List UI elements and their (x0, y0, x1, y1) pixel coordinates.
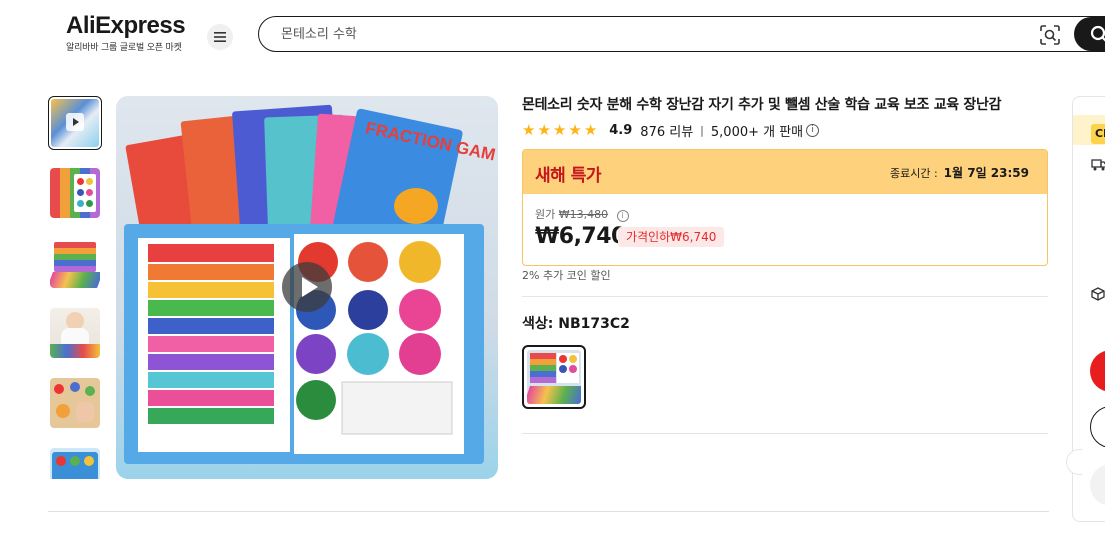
discount-badge: 가격인하₩6,740 (618, 227, 725, 247)
product-page: AliExpress 알리바바 그룹 글로벌 오픈 마켓 몬테소리 수학 FRA… (0, 0, 1105, 538)
video-play-button[interactable] (282, 262, 332, 312)
color-label: 색상: NB173C2 (522, 316, 630, 332)
deal-label: 새해 특가 (535, 166, 601, 186)
product-title: 몬테소리 숫자 분해 수학 장난감 자기 추가 및 뺄셈 산술 학습 교육 보조… (522, 97, 1002, 113)
thumbnail-video[interactable] (48, 96, 102, 150)
thumbnail-image-5[interactable] (50, 378, 100, 428)
separator: | (700, 123, 704, 137)
original-price-value: ₩13,480 (558, 208, 609, 221)
buy-now-button[interactable] (1090, 350, 1105, 392)
deal-header: 새해 특가 종료시간 :1월 7일 23:59 (523, 150, 1047, 194)
truck-icon (1091, 159, 1105, 171)
star-icon: ★ (552, 120, 567, 139)
thumbnail-image-3[interactable] (50, 238, 100, 288)
review-count-link[interactable]: 876 리뷰 (640, 121, 693, 140)
rating-value: 4.9 (609, 122, 633, 138)
rating-row: ★ ★ ★ ★ ★ 4.9 876 리뷰 | 5,000+ 개 판매 i (522, 120, 820, 140)
info-icon[interactable]: i (806, 123, 820, 137)
logo-text: AliExpress (66, 12, 186, 39)
search-button[interactable] (1074, 17, 1105, 51)
play-icon (66, 113, 84, 131)
thumbnail-image-2[interactable] (50, 168, 100, 218)
search-bar (258, 16, 1105, 52)
deal-end-time: 종료시간 :1월 7일 23:59 (889, 166, 1029, 180)
star-icon: ★ (568, 120, 582, 139)
coin-discount: 2% 추가 코인 할인 (522, 269, 611, 282)
menu-button[interactable] (207, 24, 233, 50)
star-icon: ★ (583, 120, 598, 139)
original-price: 원가 ₩13,480 i (535, 206, 629, 222)
aliexpress-logo[interactable]: AliExpress 알리바바 그룹 글로벌 오픈 마켓 (66, 12, 190, 53)
panel-scroll-arrow[interactable] (1066, 449, 1082, 475)
thumbnail-list (48, 96, 104, 479)
thumbnail-image-6[interactable] (50, 448, 100, 479)
star-rating: ★ ★ ★ ★ ★ (522, 120, 598, 139)
logo-subtitle: 알리바바 그룹 글로벌 오픈 마켓 (66, 43, 182, 53)
thumbnail-image-4[interactable] (50, 308, 100, 358)
info-icon[interactable]: i (616, 210, 629, 222)
sold-count: 5,000+ 개 판매 (710, 124, 804, 140)
divider (48, 511, 1049, 512)
panel-badge: Ch (1091, 124, 1105, 144)
divider (522, 433, 1048, 434)
wishlist-button[interactable] (1090, 464, 1105, 506)
package-icon (1091, 287, 1105, 301)
hamburger-icon (214, 32, 226, 42)
main-product-image[interactable]: FRACTION GAM (116, 96, 498, 479)
add-to-cart-button[interactable] (1090, 406, 1105, 448)
star-icon: ★ (522, 120, 536, 139)
search-icon (1090, 25, 1105, 42)
divider (522, 296, 1048, 297)
color-swatch-selected[interactable] (522, 345, 586, 409)
deal-box: 새해 특가 종료시간 :1월 7일 23:59 원가 ₩13,480 i ₩6,… (522, 149, 1048, 266)
star-icon: ★ (537, 120, 551, 139)
search-input[interactable] (281, 24, 981, 44)
sale-price: ₩6,740 (535, 224, 626, 249)
image-search-icon[interactable] (1039, 24, 1061, 46)
